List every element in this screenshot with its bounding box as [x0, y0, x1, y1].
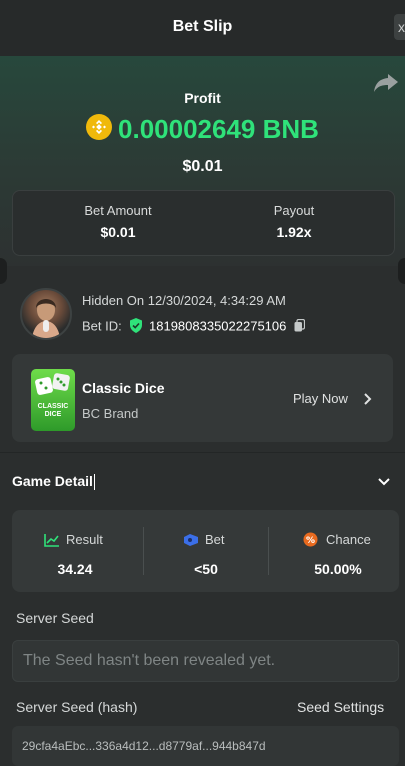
game-detail-title: Game Detail [12, 473, 95, 491]
section-divider [0, 452, 405, 453]
ticket-notch-right [398, 258, 405, 284]
play-now-button[interactable]: Play Now [293, 391, 348, 406]
bet-id-value: 1819808335022275106 [149, 318, 287, 334]
bet-label: Bet [205, 532, 225, 547]
bet-amount-label: Bet Amount [84, 203, 152, 218]
server-seed-hash-label: Server Seed (hash) [16, 699, 138, 715]
game-name: Classic Dice [82, 380, 165, 396]
avatar[interactable] [20, 288, 72, 340]
profit-amount-row: 0.00002649 BNB [0, 113, 405, 145]
close-button[interactable]: x [394, 14, 405, 40]
profit-usd: $0.01 [182, 158, 223, 175]
result-label: Result [66, 532, 103, 547]
game-detail-box [12, 510, 399, 592]
chevron-right-icon[interactable] [362, 392, 372, 411]
payout-value: 1.92x [276, 224, 312, 240]
bet-stats-box [12, 190, 395, 256]
column-divider [143, 527, 144, 575]
chevron-down-icon[interactable] [377, 474, 391, 492]
profit-amount: 0.00002649 BNB [118, 114, 319, 144]
result-value: 34.24 [57, 561, 93, 577]
game-thumbnail-text: CLASSIC DICE [37, 403, 69, 418]
ticket-notch-left [0, 258, 7, 284]
chance-header: % Chance [303, 531, 371, 549]
result-header: Result [44, 531, 103, 549]
chance-value: 50.00% [314, 561, 362, 577]
chance-label: Chance [326, 532, 371, 547]
payout-label: Payout [273, 203, 315, 218]
hidden-on-text: Hidden On 12/30/2024, 4:34:29 AM [82, 293, 286, 308]
svg-text:%: % [306, 536, 315, 546]
bet-id-row: Bet ID: 1819808335022275106 [82, 318, 306, 336]
bnb-coin-icon [86, 113, 113, 140]
result-chart-icon [44, 533, 59, 547]
profit-label: Profit [184, 90, 221, 106]
copy-icon[interactable] [294, 318, 306, 335]
column-divider [268, 527, 269, 575]
server-seed-label: Server Seed [16, 610, 94, 626]
page-title: Bet Slip [172, 18, 233, 35]
game-brand: BC Brand [82, 406, 139, 421]
server-seed-hash-field[interactable]: 29cfa4aEbc...336a4d12...d8779af...944b84… [12, 726, 399, 766]
server-seed-field[interactable]: The Seed hasn't been revealed yet. [12, 640, 399, 682]
chance-percent-icon: % [303, 532, 318, 547]
bet-tag-icon [184, 533, 198, 546]
game-thumbnail[interactable]: CLASSIC DICE [31, 369, 75, 431]
bet-amount-value: $0.01 [100, 224, 136, 240]
verified-shield-icon [129, 318, 143, 336]
bet-header: Bet [183, 531, 225, 549]
seed-settings-link[interactable]: Seed Settings [297, 699, 384, 715]
bet-value: <50 [194, 561, 218, 577]
bet-id-label: Bet ID: [82, 318, 122, 334]
